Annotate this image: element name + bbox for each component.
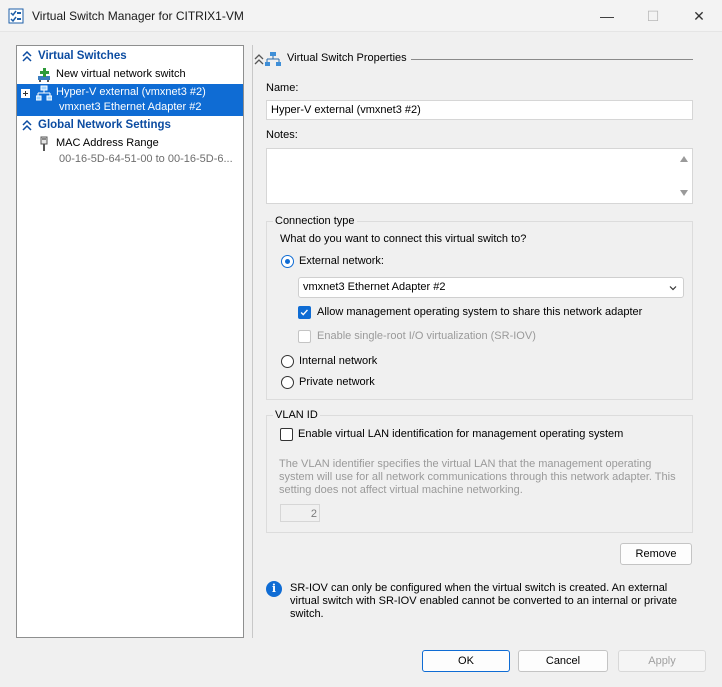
scroll-up-icon[interactable] bbox=[680, 156, 688, 162]
notes-label: Notes: bbox=[266, 129, 298, 141]
notes-field[interactable] bbox=[266, 148, 693, 204]
global-network-settings-header-label: Global Network Settings bbox=[38, 119, 171, 131]
collapse-chevron-icon[interactable] bbox=[253, 53, 265, 66]
maximize-button[interactable]: ☐ bbox=[630, 0, 676, 32]
mac-address-range-label: MAC Address Range bbox=[56, 137, 159, 149]
scroll-down-icon[interactable] bbox=[680, 190, 688, 196]
expand-icon[interactable] bbox=[21, 89, 30, 98]
switch-item-hyper-v-external[interactable]: Hyper-V external (vmxnet3 #2) vmxnet3 Et… bbox=[17, 84, 243, 116]
mac-address-range-item[interactable]: MAC Address Range 00-16-5D-64-51-00 to 0… bbox=[17, 135, 243, 167]
info-icon: i bbox=[266, 581, 282, 597]
internal-network-radio[interactable] bbox=[281, 355, 294, 368]
connection-type-title: Connection type bbox=[273, 215, 357, 227]
external-network-radio[interactable] bbox=[281, 255, 294, 268]
vlan-id-title: VLAN ID bbox=[273, 409, 320, 421]
external-adapter-select[interactable]: vmxnet3 Ethernet Adapter #2 bbox=[298, 277, 684, 298]
enable-vlan-label: Enable virtual LAN identification for ma… bbox=[298, 428, 624, 440]
name-field[interactable]: Hyper-V external (vmxnet3 #2) bbox=[266, 100, 693, 120]
vlan-id-group: VLAN ID Enable virtual LAN identificatio… bbox=[266, 409, 693, 533]
connection-type-group: Connection type What do you want to conn… bbox=[266, 215, 693, 400]
properties-header-label: Virtual Switch Properties bbox=[287, 52, 407, 64]
internal-network-label: Internal network bbox=[299, 355, 378, 367]
virtual-switches-header-label: Virtual Switches bbox=[38, 50, 127, 62]
enable-vlan-checkbox[interactable] bbox=[280, 428, 293, 441]
name-label: Name: bbox=[266, 82, 299, 94]
minimize-button[interactable]: — bbox=[584, 0, 630, 32]
close-button[interactable]: ✕ bbox=[676, 0, 722, 32]
collapse-chevron-icon bbox=[22, 119, 32, 131]
enable-sriov-checkbox[interactable] bbox=[298, 330, 311, 343]
title-bar: Virtual Switch Manager for CITRIX1-VM — … bbox=[0, 0, 722, 32]
header-divider bbox=[411, 59, 693, 60]
allow-management-checkbox[interactable] bbox=[298, 306, 311, 319]
external-adapter-value: vmxnet3 Ethernet Adapter #2 bbox=[303, 281, 446, 293]
properties-panel: Virtual Switch Properties Name: Hyper-V … bbox=[252, 45, 702, 638]
network-switch-icon bbox=[36, 85, 52, 101]
switch-adapter-label: vmxnet3 Ethernet Adapter #2 bbox=[59, 101, 202, 113]
remove-button[interactable]: Remove bbox=[620, 543, 692, 565]
network-switch-icon bbox=[265, 52, 281, 66]
collapse-chevron-icon bbox=[22, 50, 32, 62]
new-switch-label: New virtual network switch bbox=[56, 68, 186, 80]
virtual-switches-section-header[interactable]: Virtual Switches bbox=[17, 49, 243, 64]
allow-management-label: Allow management operating system to sha… bbox=[317, 306, 643, 318]
new-switch-icon bbox=[38, 68, 50, 82]
window-title: Virtual Switch Manager for CITRIX1-VM bbox=[32, 9, 244, 23]
mac-address-range-value: 00-16-5D-64-51-00 to 00-16-5D-6... bbox=[59, 153, 233, 165]
external-network-label: External network: bbox=[299, 255, 384, 267]
global-network-settings-section-header[interactable]: Global Network Settings bbox=[17, 118, 243, 133]
private-network-label: Private network bbox=[299, 376, 375, 388]
vlan-id-field[interactable]: 2 bbox=[280, 504, 320, 522]
new-virtual-network-switch-item[interactable]: New virtual network switch bbox=[17, 66, 243, 84]
chevron-down-icon bbox=[669, 286, 677, 291]
virtual-switch-properties-header: Virtual Switch Properties bbox=[253, 51, 703, 69]
ok-button[interactable]: OK bbox=[422, 650, 510, 672]
connection-question: What do you want to connect this virtual… bbox=[280, 233, 527, 245]
private-network-radio[interactable] bbox=[281, 376, 294, 389]
vlan-description: The VLAN identifier specifies the virtua… bbox=[279, 458, 676, 496]
cancel-button[interactable]: Cancel bbox=[518, 650, 608, 672]
switch-name-label: Hyper-V external (vmxnet3 #2) bbox=[56, 86, 206, 98]
virtual-switch-manager-icon bbox=[8, 8, 24, 24]
apply-button[interactable]: Apply bbox=[618, 650, 706, 672]
network-cable-icon bbox=[40, 136, 48, 151]
enable-sriov-label: Enable single-root I/O virtualization (S… bbox=[317, 330, 536, 342]
navigation-tree[interactable]: Virtual Switches New virtual network swi… bbox=[16, 45, 244, 638]
checkmark-icon bbox=[300, 309, 308, 316]
sriov-info-text: SR-IOV can only be configured when the v… bbox=[290, 582, 678, 620]
